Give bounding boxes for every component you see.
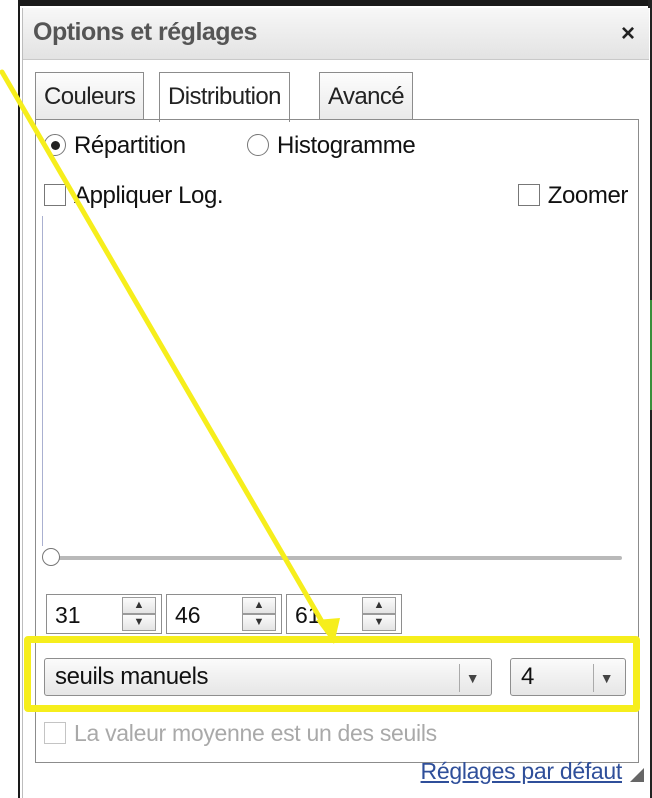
radio-unchecked-icon[interactable] — [247, 134, 270, 156]
threshold-slider-track[interactable] — [50, 556, 622, 560]
stepper-up-icon[interactable]: ▲ — [242, 597, 276, 614]
method-select-value: seuils manuels — [55, 663, 209, 690]
stepper-up-icon[interactable]: ▲ — [362, 597, 396, 614]
average-checkbox-label: La valeur moyenne est un des seuils — [74, 720, 437, 746]
distribution-tab-panel: Répartition Histogramme Appliquer Log. Z… — [35, 119, 639, 763]
log-checkbox-label: Appliquer Log. — [74, 182, 224, 209]
stepper-up-icon[interactable]: ▲ — [122, 597, 156, 614]
chevron-down-icon[interactable]: ▼ — [593, 664, 619, 692]
average-threshold-row: La valeur moyenne est un des seuils — [44, 720, 437, 747]
radio-repartition-label: Répartition — [74, 132, 186, 159]
resize-grip-icon[interactable] — [630, 768, 644, 782]
dialog-title: Options et réglages — [33, 18, 257, 46]
log-checkbox-row[interactable]: Appliquer Log. — [44, 182, 224, 210]
left-gutter — [0, 0, 20, 798]
method-select[interactable]: seuils manuels ▼ — [44, 658, 492, 696]
threshold-slider-thumb[interactable] — [42, 548, 60, 566]
mode-radio-group: Répartition Histogramme — [44, 132, 416, 160]
close-icon[interactable]: × — [621, 20, 635, 48]
tab-distribution[interactable]: Distribution — [159, 72, 290, 122]
class-count-value: 4 — [521, 663, 534, 690]
radio-histogramme-label: Histogramme — [277, 132, 416, 159]
stepper-down-icon[interactable]: ▼ — [122, 614, 156, 631]
tab-avance[interactable]: Avancé — [319, 72, 414, 120]
zoom-checkbox[interactable] — [517, 184, 540, 206]
options-dialog: Options et réglages × Couleurs Distribut… — [22, 8, 650, 798]
log-checkbox[interactable] — [44, 184, 66, 206]
window-top-edge — [0, 0, 652, 6]
class-count-select[interactable]: 4 ▼ — [510, 658, 626, 696]
radio-histogramme[interactable]: Histogramme — [247, 132, 416, 159]
chevron-down-icon[interactable]: ▼ — [459, 664, 485, 692]
stepper-down-icon[interactable]: ▼ — [362, 614, 396, 631]
stepper-down-icon[interactable]: ▼ — [242, 614, 276, 631]
radio-repartition[interactable]: Répartition — [44, 132, 192, 159]
zoom-checkbox-row[interactable]: Zoomer — [517, 182, 629, 210]
radio-checked-icon[interactable] — [44, 134, 66, 156]
tab-couleurs[interactable]: Couleurs — [35, 72, 145, 120]
average-checkbox — [44, 722, 66, 744]
classification-row: seuils manuels ▼ 4 ▼ — [36, 648, 640, 710]
dialog-titlebar[interactable]: Options et réglages × — [23, 8, 649, 60]
distribution-chart-area — [42, 216, 632, 546]
reset-defaults-link[interactable]: Réglages par défaut — [421, 758, 623, 785]
zoom-checkbox-label: Zoomer — [547, 182, 629, 209]
